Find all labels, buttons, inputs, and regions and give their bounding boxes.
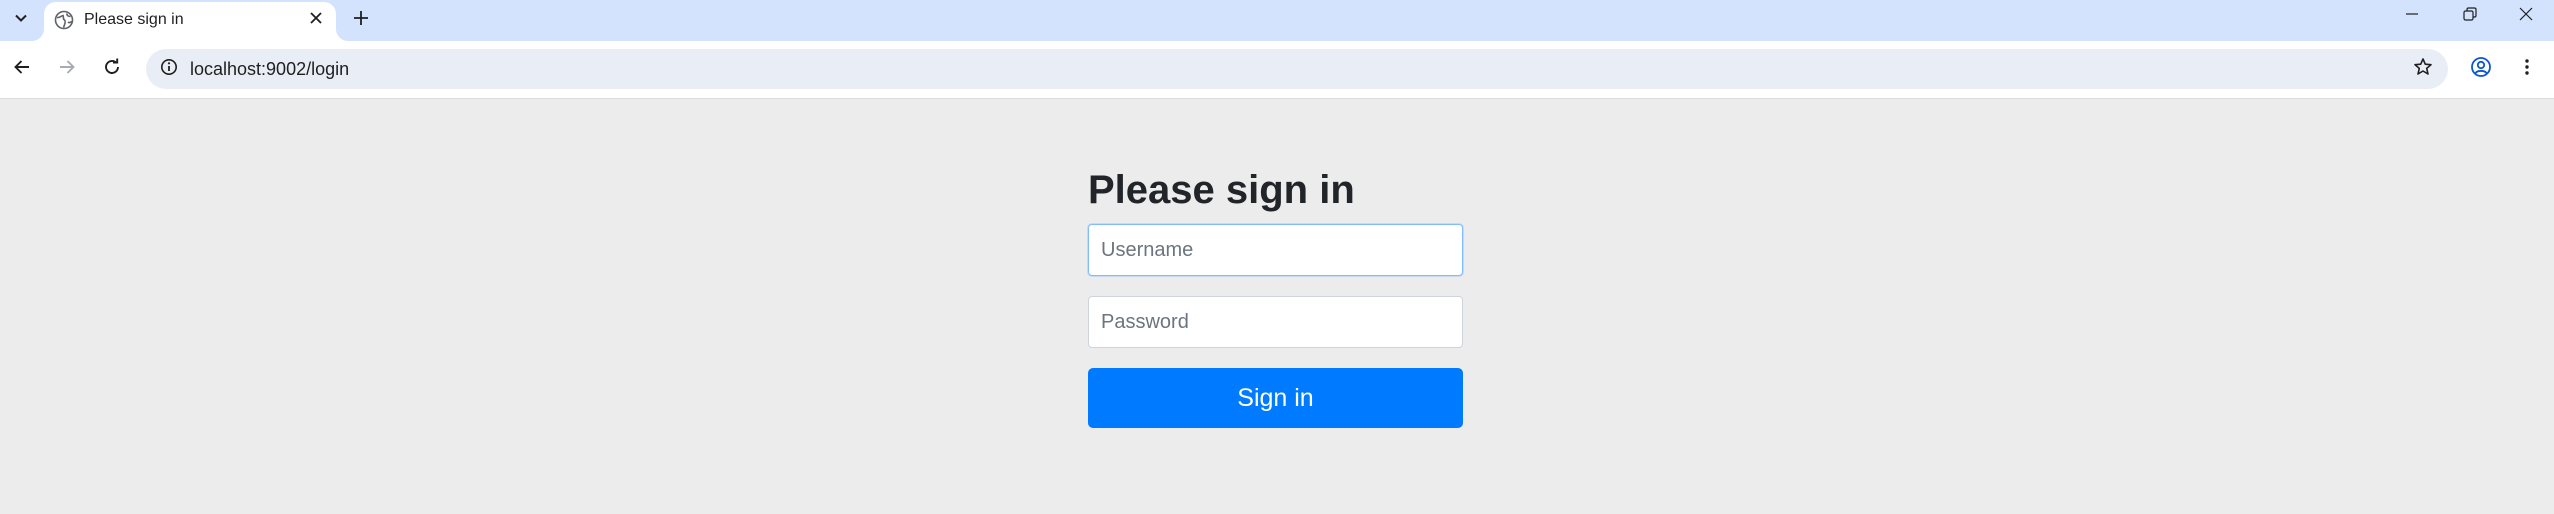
close-icon — [2518, 6, 2534, 27]
page-content: Please sign in Sign in — [0, 100, 2554, 514]
password-input[interactable] — [1088, 296, 1463, 348]
globe-icon — [54, 10, 74, 30]
close-tab-button[interactable] — [304, 8, 328, 32]
browser-menu-button[interactable] — [2510, 52, 2544, 86]
close-window-button[interactable] — [2498, 0, 2554, 32]
signin-button[interactable]: Sign in — [1088, 368, 1463, 428]
profile-button[interactable] — [2464, 52, 2498, 86]
address-bar[interactable]: localhost:9002/login — [146, 49, 2448, 89]
profile-icon — [2470, 56, 2492, 83]
info-icon — [160, 58, 178, 81]
reload-icon — [103, 58, 121, 81]
page-title: Please sign in — [1088, 168, 1355, 212]
forward-arrow-icon — [58, 58, 76, 81]
plus-icon — [353, 10, 369, 31]
reload-button[interactable] — [95, 52, 129, 86]
tab-title: Please sign in — [84, 11, 184, 28]
new-tab-button[interactable] — [344, 4, 378, 36]
chevron-down-icon — [14, 11, 28, 30]
url-text: localhost:9002/login — [190, 59, 350, 79]
forward-button[interactable] — [50, 52, 84, 86]
kebab-menu-icon — [2518, 58, 2536, 81]
back-button[interactable] — [5, 52, 39, 86]
back-arrow-icon — [13, 58, 31, 81]
star-icon — [2413, 57, 2433, 82]
bookmark-star-button[interactable] — [2408, 54, 2438, 84]
browser-toolbar: localhost:9002/login — [0, 41, 2554, 99]
signin-form: Please sign in Sign in — [1088, 166, 1463, 428]
browser-tab-active[interactable]: Please sign in — [44, 2, 336, 41]
username-input[interactable] — [1088, 224, 1463, 276]
minimize-button[interactable] — [2384, 0, 2440, 32]
restore-icon — [2462, 6, 2478, 27]
restore-button[interactable] — [2442, 0, 2498, 32]
minimize-icon — [2404, 6, 2420, 27]
site-info-button[interactable] — [154, 54, 184, 84]
tab-strip: Please sign in — [0, 0, 2554, 41]
close-icon — [309, 11, 323, 30]
